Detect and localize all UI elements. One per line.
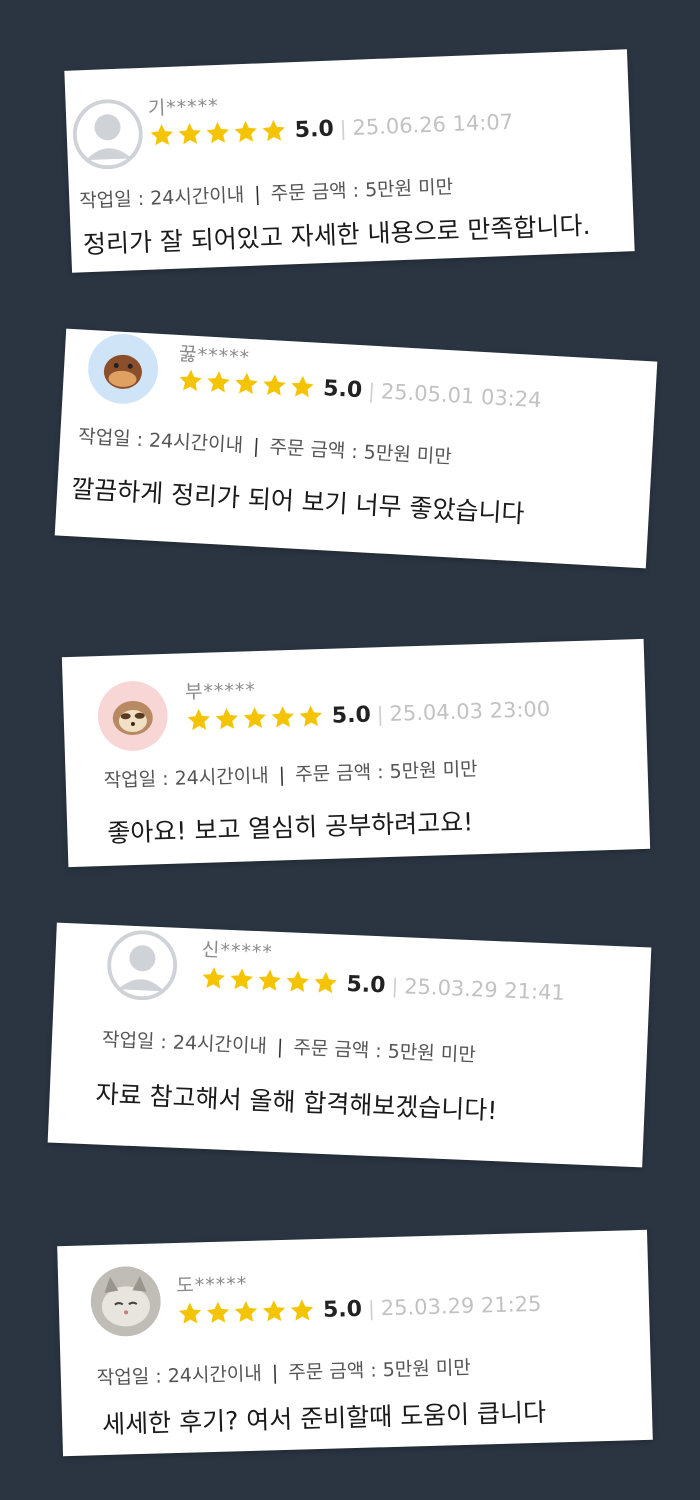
- star-icon: [289, 1297, 316, 1324]
- reviewer-name: 신*****: [201, 938, 274, 964]
- divider: |: [339, 116, 347, 141]
- star-icon: [289, 373, 316, 400]
- star-icon: [256, 967, 283, 994]
- reviewer-name: 부*****: [184, 679, 257, 704]
- meta-divider: |: [278, 764, 286, 787]
- star-icon: [177, 367, 204, 394]
- platypus-avatar-icon: [86, 332, 160, 406]
- review-date: 25.06.26 14:07: [352, 109, 514, 140]
- star-icon: [200, 965, 227, 992]
- reviewer-name: 도*****: [176, 1272, 248, 1297]
- star-icon: [204, 120, 231, 147]
- star-icon: [284, 968, 311, 995]
- meta-divider: |: [252, 435, 261, 458]
- rating-score: 5.0: [322, 1296, 363, 1323]
- star-icon: [233, 370, 260, 397]
- order-amount: 주문 금액 : 5만원 미만: [288, 1356, 472, 1384]
- work-period: 작업일 : 24시간이내: [96, 1362, 263, 1390]
- order-amount: 주문 금액 : 5만원 미만: [270, 176, 454, 206]
- rating-score: 5.0: [322, 375, 363, 403]
- review-comment: 깔끔하게 정리가 되어 보기 너무 좋았습니다: [70, 474, 526, 529]
- order-amount: 주문 금액 : 5만원 미만: [268, 436, 453, 469]
- order-info: 작업일 : 24시간이내 | 주문 금액 : 5만원 미만: [103, 754, 478, 793]
- default-avatar-icon: [106, 929, 179, 1002]
- work-period: 작업일 : 24시간이내: [77, 425, 244, 457]
- review-card: 부***** 5.0 | 25.04.03 23:00 작업일 : 24시간이내…: [61, 638, 651, 868]
- star-icon: [148, 122, 175, 149]
- star-icon: [261, 1298, 288, 1325]
- review-card: 꿇***** 5.0 | 25.05.01 03:24 작업일 : 24시간이내…: [54, 328, 658, 569]
- star-icon: [185, 707, 212, 734]
- reviewer-name: 꿇*****: [178, 342, 251, 369]
- meta-divider: |: [271, 1362, 279, 1385]
- reviewer-name: 기*****: [147, 94, 220, 120]
- rating-score: 5.0: [331, 702, 372, 729]
- divider: |: [367, 378, 376, 403]
- review-card: 신***** 5.0 | 25.03.29 21:41 작업일 : 24시간이내…: [47, 922, 652, 1168]
- star-icon: [297, 703, 324, 730]
- star-icon: [177, 1300, 204, 1327]
- star-rating: [148, 117, 287, 148]
- rating-score: 5.0: [346, 971, 387, 998]
- star-icon: [233, 1299, 260, 1326]
- order-info: 작업일 : 24시간이내 | 주문 금액 : 5만원 미만: [79, 172, 454, 213]
- review-date: 25.03.29 21:25: [380, 1291, 542, 1321]
- review-date: 25.03.29 21:41: [403, 974, 566, 1005]
- star-icon: [213, 706, 240, 733]
- star-icon: [176, 121, 203, 148]
- work-period: 작업일 : 24시간이내: [101, 1028, 268, 1058]
- star-icon: [269, 704, 296, 731]
- work-period: 작업일 : 24시간이내: [78, 184, 245, 213]
- rating-row: 5.0 | 25.03.29 21:41: [200, 965, 565, 1006]
- star-icon: [261, 372, 288, 399]
- star-icon: [205, 1299, 232, 1326]
- review-date: 25.05.01 03:24: [380, 379, 543, 413]
- review-comment: 자료 참고해서 올해 합격해보겠습니다!: [95, 1079, 498, 1126]
- review-comment: 좋아요! 보고 열심히 공부하려고요!: [106, 807, 474, 848]
- star-rating: [177, 367, 316, 401]
- order-info: 작업일 : 24시간이내 | 주문 금액 : 5만원 미만: [102, 1025, 477, 1068]
- star-rating: [185, 703, 324, 733]
- sloth-avatar-icon: [97, 680, 169, 752]
- rating-row: 5.0 | 25.05.01 03:24: [177, 367, 542, 413]
- review-comment: 정리가 잘 되어있고 자세한 내용으로 만족합니다.: [82, 210, 591, 260]
- star-rating: [200, 965, 339, 997]
- review-card: 기***** 5.0 | 25.06.26 14:07 작업일 : 24시간이내…: [64, 49, 635, 273]
- divider: |: [376, 702, 384, 727]
- star-icon: [241, 705, 268, 732]
- review-card: 도***** 5.0 | 25.03.29 21:25 작업일 : 24시간이내…: [57, 1229, 653, 1457]
- star-icon: [312, 969, 339, 996]
- review-date: 25.04.03 23:00: [389, 696, 551, 726]
- rating-score: 5.0: [294, 116, 335, 143]
- review-comment: 세세한 후기? 여서 준비할때 도움이 큽니다: [101, 1397, 547, 1440]
- star-icon: [232, 118, 259, 145]
- default-avatar-icon: [71, 98, 144, 171]
- order-info: 작업일 : 24시간이내 | 주문 금액 : 5만원 미만: [96, 1353, 471, 1390]
- divider: |: [367, 1296, 376, 1321]
- order-amount: 주문 금액 : 5만원 미만: [294, 758, 478, 786]
- meta-divider: |: [276, 1035, 284, 1059]
- star-icon: [228, 966, 255, 993]
- order-amount: 주문 금액 : 5만원 미만: [292, 1036, 477, 1067]
- star-icon: [260, 117, 287, 144]
- star-icon: [205, 369, 232, 396]
- star-rating: [177, 1297, 316, 1327]
- cat-avatar-icon: [90, 1265, 162, 1337]
- meta-divider: |: [253, 183, 262, 206]
- order-info: 작업일 : 24시간이내 | 주문 금액 : 5만원 미만: [78, 421, 453, 469]
- divider: |: [391, 973, 399, 998]
- work-period: 작업일 : 24시간이내: [103, 764, 270, 792]
